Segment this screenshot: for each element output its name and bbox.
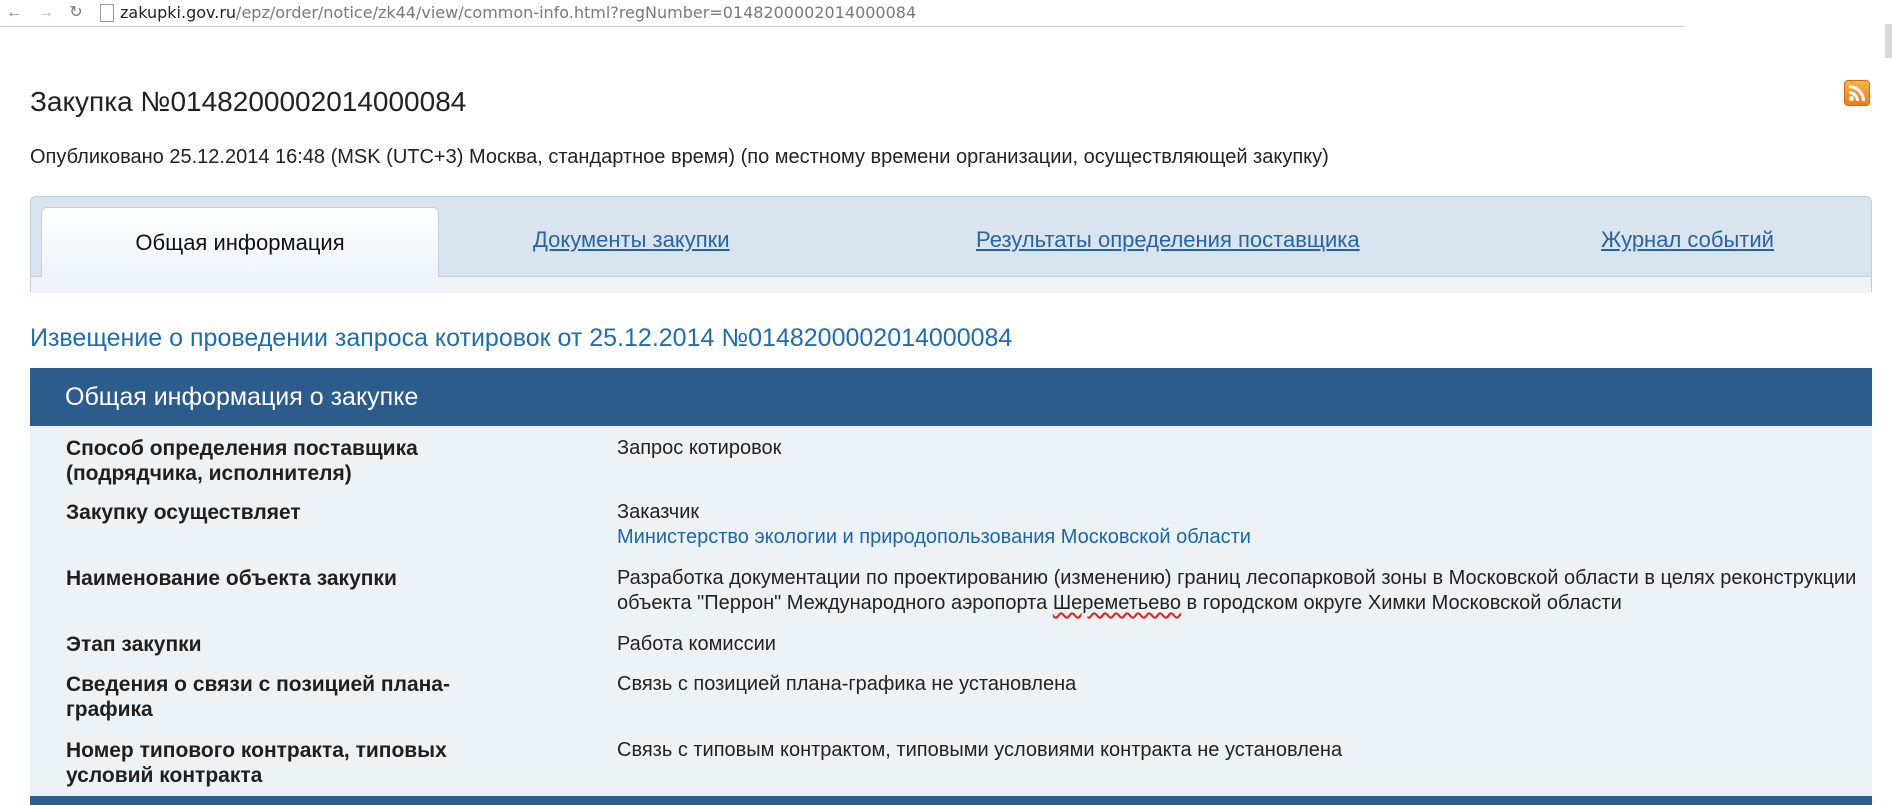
section-header: Общая информация о закупке [30, 368, 1872, 426]
value-text: в городском округе Химки Московской обла… [1180, 592, 1622, 614]
misspelled-word: Шереметьево [1052, 592, 1181, 614]
rss-icon[interactable] [1844, 80, 1870, 106]
address-bar: ← → ↻ zakupki.gov.ru/epz/order/notice/zk… [0, 0, 1685, 27]
published-info: Опубликовано 25.12.2014 16:48 (MSK (UTC+… [30, 146, 1329, 168]
customer-role: Заказчик [617, 501, 700, 523]
section-body: Способ определения поставщика (подрядчик… [30, 426, 1872, 796]
page-title: Закупка №0148200002014000084 [30, 86, 467, 117]
arrow-left-icon[interactable]: ← [4, 2, 24, 24]
row-value: Работа комиссии [617, 633, 776, 655]
row-value: Запрос котировок [617, 437, 782, 459]
row-label: Этап закупки [66, 633, 202, 656]
tab-label: Общая информация [135, 229, 345, 255]
scrollbar[interactable] [1885, 24, 1892, 58]
tab-supplier-results[interactable]: Результаты определения поставщика [976, 227, 1360, 253]
row-value: Связь с позицией плана-графика не устано… [617, 673, 1077, 695]
url-input[interactable]: zakupki.gov.ru/epz/order/notice/zk44/vie… [120, 3, 916, 23]
url-path: /epz/order/notice/zk44/view/common-info.… [236, 3, 917, 22]
row-value: Заказчик Министерство экологии и природо… [617, 500, 1857, 550]
customer-link[interactable]: Министерство экологии и природопользован… [617, 525, 1857, 550]
tabs-panel: Общая информация Документы закупки Резул… [30, 196, 1872, 293]
reload-icon[interactable]: ↻ [66, 2, 86, 24]
notice-heading: Извещение о проведении запроса котировок… [30, 324, 1013, 352]
tab-general-info[interactable]: Общая информация [41, 207, 439, 277]
tab-event-log[interactable]: Журнал событий [1601, 227, 1774, 253]
row-value: Разработка документации по проектировани… [617, 566, 1857, 616]
tab-documents[interactable]: Документы закупки [533, 227, 730, 253]
arrow-right-icon[interactable]: → [36, 2, 56, 24]
row-value: Связь с типовым контрактом, типовыми усл… [617, 739, 1343, 761]
row-label: Номер типового контракта, типовых услови… [66, 739, 447, 787]
row-label: Закупку осуществляет [66, 501, 301, 524]
row-label: Наименование объекта закупки [66, 567, 397, 590]
next-section-header [30, 796, 1872, 805]
url-host: zakupki.gov.ru [120, 3, 237, 22]
row-label: Способ определения поставщика (подрядчик… [66, 437, 418, 485]
page-icon [100, 4, 114, 22]
row-label: Сведения о связи с позицией плана-график… [66, 673, 450, 721]
